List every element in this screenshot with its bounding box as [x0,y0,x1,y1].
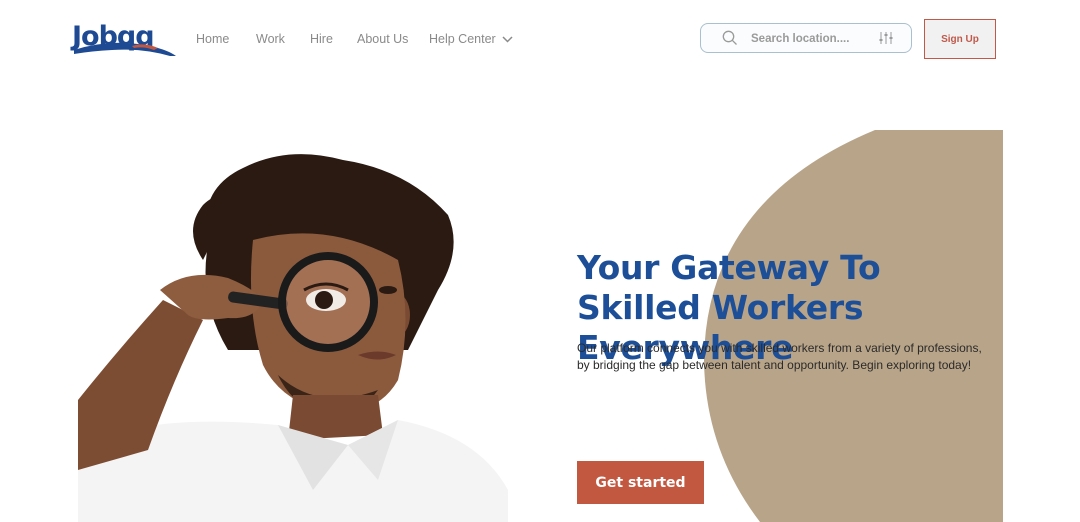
get-started-button[interactable]: Get started [577,461,704,504]
hero-image [78,154,508,522]
hero-description: Our platform connects you with skilled w… [577,341,982,372]
